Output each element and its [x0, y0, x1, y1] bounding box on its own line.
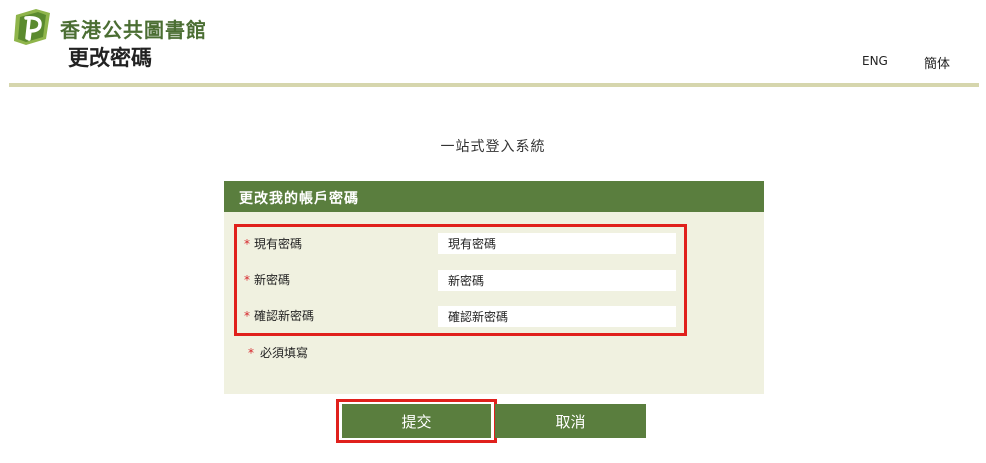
lang-simplified-chinese-link[interactable]: 簡体 — [924, 53, 950, 72]
org-name: 香港公共圖書館 — [60, 18, 207, 42]
confirm-password-label-text: 確認新密碼 — [254, 309, 315, 323]
required-note-text: 必須填寫 — [260, 346, 309, 360]
submit-button[interactable]: 提交 — [342, 404, 491, 438]
required-asterisk: * — [244, 309, 250, 323]
new-password-label-text: 新密碼 — [254, 273, 291, 287]
required-note: * 必須填寫 — [248, 344, 308, 361]
hkpl-logo-icon — [14, 9, 50, 45]
cancel-button[interactable]: 取消 — [495, 404, 646, 438]
current-password-label-text: 現有密碼 — [254, 237, 303, 251]
current-password-input[interactable] — [438, 233, 676, 254]
new-password-input[interactable] — [438, 270, 676, 291]
panel-title: 更改我的帳戶密碼 — [239, 191, 359, 207]
system-name: 一站式登入系統 — [440, 139, 546, 155]
current-password-label: * 現有密碼 — [244, 235, 302, 252]
header-divider — [9, 83, 979, 87]
confirm-password-label: * 確認新密碼 — [244, 307, 314, 324]
confirm-password-input[interactable] — [438, 306, 676, 327]
panel-header: 更改我的帳戶密碼 — [224, 181, 764, 212]
required-asterisk: * — [244, 273, 250, 287]
new-password-label: * 新密碼 — [244, 271, 290, 288]
required-asterisk: * — [248, 346, 254, 360]
lang-english-link[interactable]: ENG — [862, 54, 888, 68]
required-asterisk: * — [244, 237, 250, 251]
change-password-panel: 更改我的帳戶密碼 * 現有密碼 * 新密碼 * 確認新密碼 * 必須填寫 — [224, 181, 764, 394]
page-title: 更改密碼 — [68, 45, 152, 70]
